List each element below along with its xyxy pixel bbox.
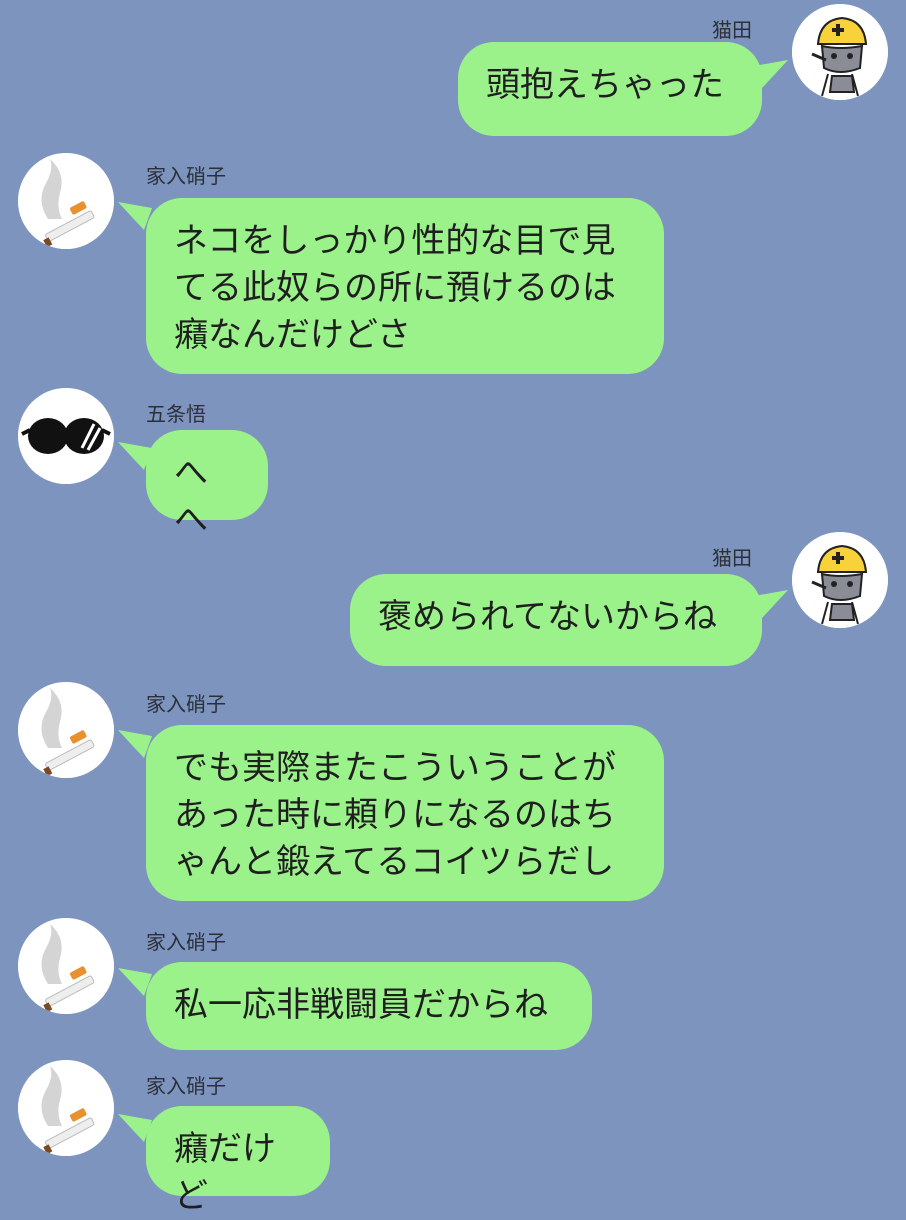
cigarette-avatar[interactable]: [18, 1060, 114, 1156]
sender-name: 家入硝子: [146, 1074, 226, 1098]
sender-name: 五条悟: [146, 402, 206, 426]
sender-name: 家入硝子: [146, 164, 226, 188]
sender-name: 家入硝子: [146, 930, 226, 954]
message-bubble[interactable]: でも実際またこういうことが あった時に頼りになるのはち ゃんと鍛えてるコイツらだ…: [146, 725, 664, 901]
cigarette-avatar[interactable]: [18, 153, 114, 249]
message-bubble[interactable]: 褒められてないからね: [350, 574, 762, 666]
message-bubble[interactable]: ネコをしっかり性的な目で見 てる此奴らの所に預けるのは 癪なんだけどさ: [146, 198, 664, 374]
sunglasses-avatar[interactable]: [18, 388, 114, 484]
message-bubble[interactable]: 私一応非戦闘員だからね: [146, 962, 592, 1050]
cat-helmet-avatar[interactable]: [792, 532, 888, 628]
sender-name: 家入硝子: [146, 692, 226, 716]
cigarette-avatar[interactable]: [18, 682, 114, 778]
sender-name: 猫田: [712, 546, 752, 570]
cigarette-avatar[interactable]: [18, 918, 114, 1014]
message-bubble[interactable]: 頭抱えちゃった: [458, 42, 762, 136]
sender-name: 猫田: [712, 18, 752, 42]
message-bubble[interactable]: 癪だけど: [146, 1106, 330, 1216]
cat-helmet-avatar[interactable]: [792, 4, 888, 100]
message-bubble[interactable]: へへ: [146, 430, 268, 540]
